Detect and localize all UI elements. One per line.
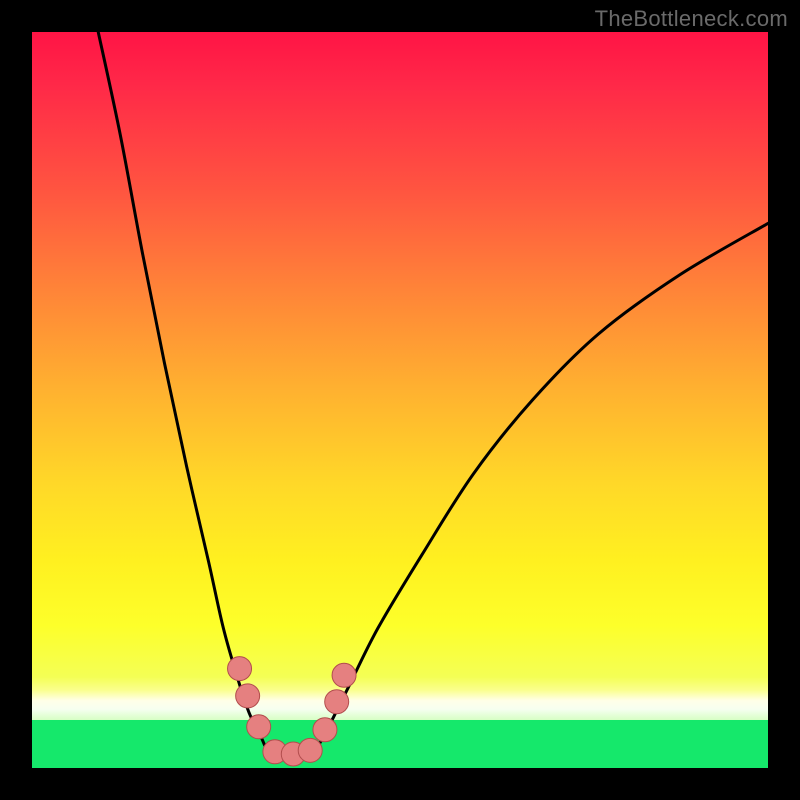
v-curve-path [98,32,768,759]
valley-marker [298,738,322,762]
valley-marker [228,657,252,681]
valley-markers [228,657,357,766]
valley-marker [313,718,337,742]
chart-frame: TheBottleneck.com [0,0,800,800]
watermark-text: TheBottleneck.com [595,6,788,32]
bottleneck-curve [98,32,768,759]
valley-marker [332,663,356,687]
curve-layer [32,32,768,768]
plot-area [32,32,768,768]
valley-marker [236,684,260,708]
valley-marker [325,690,349,714]
valley-marker [247,715,271,739]
